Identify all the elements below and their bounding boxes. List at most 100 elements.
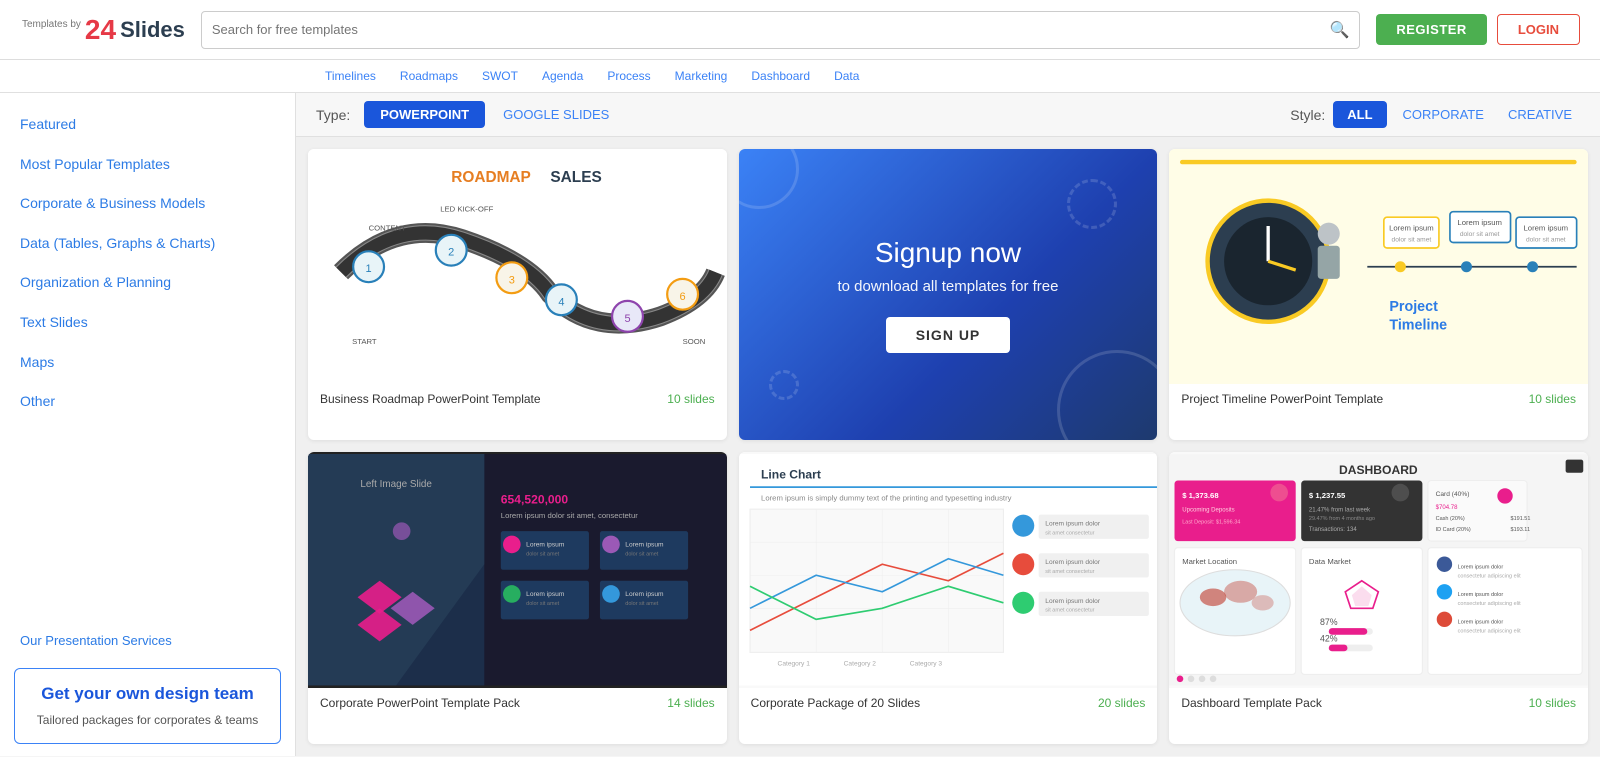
svg-text:sit amet consectetur: sit amet consectetur	[1045, 531, 1094, 537]
template-card-timeline[interactable]: Lorem ipsum dolor sit amet Lorem ipsum d…	[1169, 149, 1588, 440]
svg-text:5: 5	[624, 313, 630, 325]
svg-text:2: 2	[448, 247, 454, 259]
svg-text:Lorem ipsum: Lorem ipsum	[526, 592, 565, 599]
template-card-roadmap[interactable]: ROADMAP SALES 1 2 3 4	[308, 149, 727, 440]
login-button[interactable]: LOGIN	[1497, 14, 1580, 45]
filter-roadmaps[interactable]: Roadmaps	[391, 66, 467, 86]
svg-text:Lorem ipsum is simply dummy te: Lorem ipsum is simply dummy text of the …	[761, 494, 1012, 503]
svg-text:sit amet consectetur: sit amet consectetur	[1045, 570, 1094, 576]
svg-text:Market Location: Market Location	[1183, 558, 1238, 567]
svg-text:consectetur adipiscing elit: consectetur adipiscing elit	[1458, 601, 1521, 607]
template-slides-corporate-package: 20 slides	[1098, 696, 1145, 710]
style-creative-button[interactable]: CREATIVE	[1500, 101, 1580, 128]
type-powerpoint-button[interactable]: POWERPOINT	[364, 101, 485, 128]
template-title-timeline: Project Timeline PowerPoint Template	[1181, 392, 1383, 406]
svg-text:Card (40%): Card (40%)	[1436, 491, 1470, 498]
sidebar-item-featured[interactable]: Featured	[0, 105, 295, 145]
svg-text:Category 3: Category 3	[909, 661, 942, 668]
template-card-dashboard[interactable]: DASHBOARD $ 1,373.68 Upcoming Deposits L…	[1169, 452, 1588, 744]
search-input[interactable]	[212, 22, 1330, 37]
svg-text:dolor sit amet: dolor sit amet	[526, 601, 559, 607]
search-bar[interactable]: 🔍	[201, 11, 1360, 49]
svg-text:ROADMAP: ROADMAP	[451, 169, 531, 186]
template-slides-roadmap: 10 slides	[667, 392, 714, 406]
template-title-corporate-pack: Corporate PowerPoint Template Pack	[320, 696, 520, 710]
sidebar-item-maps[interactable]: Maps	[0, 343, 295, 383]
logo-sub-text: Templates by	[22, 19, 81, 30]
svg-text:dolor sit amet: dolor sit amet	[1526, 236, 1566, 243]
svg-text:sit amet consectetur: sit amet consectetur	[1045, 608, 1094, 614]
svg-text:6: 6	[680, 291, 686, 303]
filter-timelines[interactable]: Timelines	[316, 66, 385, 86]
svg-text:3: 3	[509, 274, 515, 286]
svg-text:Category 1: Category 1	[777, 661, 810, 668]
roadmap-svg: ROADMAP SALES 1 2 3 4	[308, 149, 727, 384]
filter-process[interactable]: Process	[598, 66, 659, 86]
style-section: Style: ALL CORPORATE CREATIVE	[1290, 101, 1580, 128]
type-google-slides-button[interactable]: GOOGLE SLIDES	[495, 101, 617, 128]
svg-text:Lorem ipsum dolor: Lorem ipsum dolor	[1045, 560, 1101, 567]
svg-text:dolor sit amet: dolor sit amet	[625, 601, 658, 607]
template-thumb-corporate-package: Line Chart Lorem ipsum is simply dummy t…	[739, 452, 1158, 688]
sidebar-item-data[interactable]: Data (Tables, Graphs & Charts)	[0, 224, 295, 264]
svg-text:Lorem ipsum: Lorem ipsum	[625, 542, 664, 549]
template-thumb-roadmap: ROADMAP SALES 1 2 3 4	[308, 149, 727, 384]
filter-dashboard[interactable]: Dashboard	[742, 66, 819, 86]
corporate-package-svg: Line Chart Lorem ipsum is simply dummy t…	[739, 452, 1158, 688]
template-card-corporate-package[interactable]: Line Chart Lorem ipsum is simply dummy t…	[739, 452, 1158, 744]
svg-text:Last Deposit: $1,596.34: Last Deposit: $1,596.34	[1183, 520, 1241, 526]
sidebar-item-corporate-business[interactable]: Corporate & Business Models	[0, 184, 295, 224]
style-label: Style:	[1290, 107, 1325, 123]
timeline-svg: Lorem ipsum dolor sit amet Lorem ipsum d…	[1169, 149, 1588, 384]
svg-text:dolor sit amet: dolor sit amet	[526, 552, 559, 558]
svg-text:Lorem ipsum: Lorem ipsum	[526, 542, 565, 549]
signup-card[interactable]: Signup now to download all templates for…	[739, 149, 1158, 440]
register-button[interactable]: REGISTER	[1376, 14, 1486, 45]
sidebar-promo-subtitle: Tailored packages for corporates & teams	[27, 712, 268, 729]
svg-text:START: START	[352, 337, 377, 346]
svg-text:$193.11: $193.11	[1511, 528, 1530, 534]
template-title-roadmap: Business Roadmap PowerPoint Template	[320, 392, 541, 406]
svg-text:42%: 42%	[1320, 634, 1338, 644]
filter-swot[interactable]: SWOT	[473, 66, 527, 86]
sidebar-services-label[interactable]: Our Presentation Services	[0, 625, 295, 656]
svg-text:Project: Project	[1390, 299, 1439, 315]
svg-text:Cash (20%): Cash (20%)	[1436, 517, 1465, 523]
template-info-dashboard: Dashboard Template Pack 10 slides	[1169, 688, 1588, 718]
svg-text:ID Card (20%): ID Card (20%)	[1436, 528, 1471, 534]
template-thumb-corporate-pack: Left Image Slide 654,520,000 Lorem ipsum…	[308, 452, 727, 687]
template-thumb-dashboard: DASHBOARD $ 1,373.68 Upcoming Deposits L…	[1169, 452, 1588, 687]
svg-text:SALES: SALES	[550, 169, 601, 186]
main-layout: Featured Most Popular Templates Corporat…	[0, 93, 1600, 756]
template-info-corporate-package: Corporate Package of 20 Slides 20 slides	[739, 688, 1158, 718]
style-corporate-button[interactable]: CORPORATE	[1395, 101, 1492, 128]
filter-marketing[interactable]: Marketing	[666, 66, 737, 86]
sidebar-nav: Featured Most Popular Templates Corporat…	[0, 93, 295, 625]
filter-bar: Timelines Roadmaps SWOT Agenda Process M…	[0, 60, 1600, 93]
svg-text:Data Market: Data Market	[1309, 558, 1352, 567]
svg-text:$191.51: $191.51	[1511, 517, 1531, 523]
signup-button[interactable]: SIGN UP	[886, 317, 1011, 353]
svg-text:Lorem ipsum dolor sit amet, co: Lorem ipsum dolor sit amet, consectetur	[501, 511, 638, 520]
sidebar: Featured Most Popular Templates Corporat…	[0, 93, 296, 756]
corporate-pack-svg: Left Image Slide 654,520,000 Lorem ipsum…	[308, 452, 727, 687]
sidebar-item-text-slides[interactable]: Text Slides	[0, 303, 295, 343]
filter-agenda[interactable]: Agenda	[533, 66, 592, 86]
sidebar-promo-title: Get your own design team	[27, 683, 268, 704]
svg-text:Line Chart: Line Chart	[761, 468, 821, 482]
sidebar-item-most-popular[interactable]: Most Popular Templates	[0, 145, 295, 185]
filter-data[interactable]: Data	[825, 66, 868, 86]
signup-subtitle: to download all templates for free	[838, 278, 1059, 295]
style-all-button[interactable]: ALL	[1333, 101, 1386, 128]
sidebar-item-other[interactable]: Other	[0, 382, 295, 422]
svg-text:DASHBOARD: DASHBOARD	[1339, 463, 1418, 477]
svg-text:dolor sit amet: dolor sit amet	[1460, 231, 1500, 238]
svg-text:$ 1,237.55: $ 1,237.55	[1309, 492, 1346, 501]
svg-text:$704.78: $704.78	[1436, 506, 1458, 512]
template-grid: ROADMAP SALES 1 2 3 4	[296, 137, 1600, 756]
template-card-corporate-pack[interactable]: Left Image Slide 654,520,000 Lorem ipsum…	[308, 452, 727, 744]
header-buttons: REGISTER LOGIN	[1376, 14, 1580, 45]
search-icon[interactable]: 🔍	[1329, 20, 1349, 40]
svg-text:LED KICK-OFF: LED KICK-OFF	[440, 205, 493, 214]
sidebar-item-org-planning[interactable]: Organization & Planning	[0, 263, 295, 303]
